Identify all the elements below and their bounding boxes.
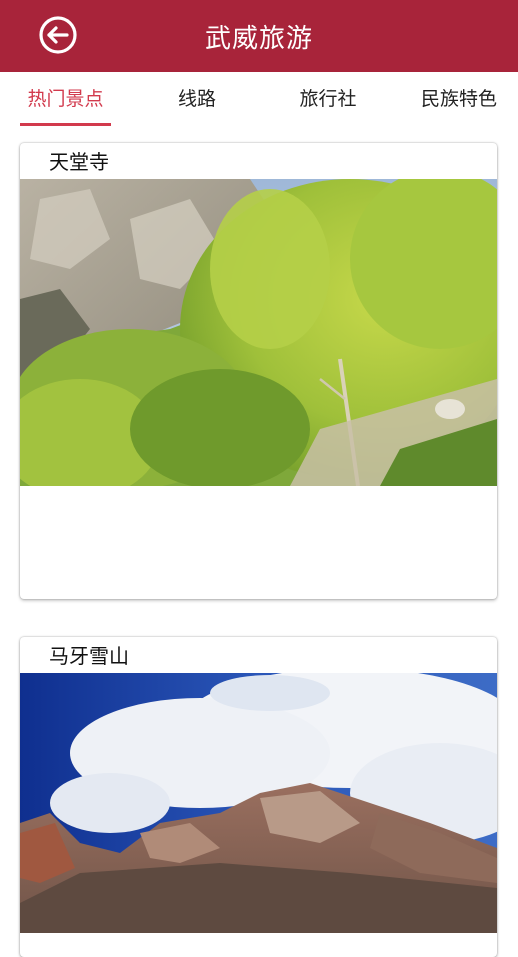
- active-tab-indicator: [20, 123, 111, 126]
- spot-card[interactable]: 天堂寺: [20, 143, 497, 599]
- spot-photo: [20, 179, 497, 486]
- spot-title: 天堂寺: [49, 150, 109, 174]
- category-tabs: 热门景点 线路 旅行社 民族特色: [0, 72, 518, 134]
- spot-photo: [20, 673, 497, 933]
- tab-routes[interactable]: 线路: [150, 84, 244, 124]
- back-arrow-circle-icon: [39, 16, 77, 54]
- back-button[interactable]: [37, 14, 79, 56]
- spot-title: 马牙雪山: [49, 644, 129, 668]
- spot-card[interactable]: 马牙雪山: [20, 637, 497, 957]
- tab-ethnic-features[interactable]: 民族特色: [412, 84, 506, 124]
- tab-hot-spots[interactable]: 热门景点: [20, 84, 111, 124]
- tab-travel-agencies[interactable]: 旅行社: [282, 84, 374, 124]
- page-title: 武威旅游: [204, 23, 313, 54]
- app-header: 武威旅游: [0, 0, 518, 72]
